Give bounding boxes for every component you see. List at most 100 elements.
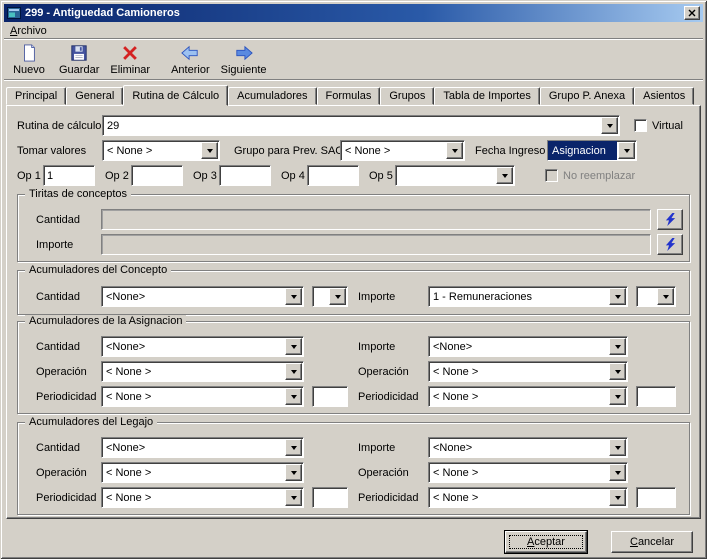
dropdown-arrow-icon[interactable] bbox=[285, 288, 302, 305]
legajo-operacion-left-combo[interactable]: < None > bbox=[101, 462, 304, 483]
op5-combo[interactable] bbox=[395, 165, 515, 186]
delete-icon bbox=[119, 43, 141, 63]
dropdown-arrow-icon[interactable] bbox=[285, 489, 302, 506]
dropdown-arrow-icon[interactable] bbox=[285, 338, 302, 355]
dropdown-arrow-icon[interactable] bbox=[496, 167, 513, 184]
op2-input[interactable] bbox=[131, 165, 183, 186]
fecha-ingreso-combo[interactable]: Asignacion bbox=[547, 140, 637, 161]
asignacion-periodicidad-right-combo[interactable]: < None > bbox=[428, 386, 628, 407]
grupo-prev-sac-value: < None > bbox=[341, 141, 445, 160]
legajo-operacion-right-combo[interactable]: < None > bbox=[428, 462, 628, 483]
tab-grupos[interactable]: Grupos bbox=[380, 87, 434, 105]
close-button[interactable] bbox=[684, 6, 700, 20]
menubar: Archivo bbox=[4, 23, 703, 38]
op5-label: Op 5 bbox=[369, 170, 395, 182]
asignacion-periodicidad-left-label: Periodicidad bbox=[36, 391, 101, 403]
anterior-label: Anterior bbox=[171, 64, 210, 76]
virtual-checkbox[interactable] bbox=[634, 119, 647, 132]
dropdown-arrow-icon[interactable] bbox=[285, 388, 302, 405]
legajo-periodicidad-left-combo[interactable]: < None > bbox=[101, 487, 304, 508]
asignacion-periodicidad-right-value: < None > bbox=[429, 387, 608, 406]
op4-input[interactable] bbox=[307, 165, 359, 186]
tab-tabla-de-importes[interactable]: Tabla de Importes bbox=[434, 87, 539, 105]
dropdown-arrow-icon[interactable] bbox=[609, 363, 626, 380]
tab-grupo-p-anexa[interactable]: Grupo P. Anexa bbox=[540, 87, 634, 105]
dropdown-arrow-icon[interactable] bbox=[609, 288, 626, 305]
guardar-button[interactable]: Guardar bbox=[55, 42, 103, 78]
tomar-valores-label: Tomar valores bbox=[17, 145, 102, 157]
op1-input[interactable] bbox=[43, 165, 95, 186]
concepto-importe-combo[interactable]: 1 - Remuneraciones bbox=[428, 286, 628, 307]
tab-rutina-de-calculo[interactable]: Rutina de Cálculo bbox=[123, 85, 228, 106]
guardar-label: Guardar bbox=[59, 64, 99, 76]
dropdown-arrow-icon[interactable] bbox=[446, 142, 463, 159]
grupo-prev-sac-combo[interactable]: < None > bbox=[340, 140, 465, 161]
asignacion-operacion-right-combo[interactable]: < None > bbox=[428, 361, 628, 382]
legajo-periodicidad-right-combo[interactable]: < None > bbox=[428, 487, 628, 508]
tab-formulas[interactable]: Formulas bbox=[317, 87, 381, 105]
legajo-periodicidad-right-input[interactable] bbox=[636, 487, 676, 508]
dropdown-arrow-icon[interactable] bbox=[609, 338, 626, 355]
tab-asientos[interactable]: Asientos bbox=[634, 87, 694, 105]
dropdown-arrow-icon[interactable] bbox=[285, 363, 302, 380]
dropdown-arrow-icon[interactable] bbox=[618, 142, 635, 159]
rutina-value: 29 bbox=[103, 116, 600, 135]
dropdown-arrow-icon[interactable] bbox=[329, 288, 346, 305]
aceptar-button[interactable]: Aceptar bbox=[505, 531, 587, 553]
tiritas-importe-flash-button[interactable] bbox=[657, 234, 683, 255]
cancelar-button[interactable]: Cancelar bbox=[611, 531, 693, 553]
dropdown-arrow-icon[interactable] bbox=[609, 388, 626, 405]
window-title: 299 - Antiguedad Camioneros bbox=[25, 7, 684, 19]
asignacion-periodicidad-right-label: Periodicidad bbox=[358, 391, 428, 403]
dropdown-arrow-icon[interactable] bbox=[285, 464, 302, 481]
asignacion-periodicidad-left-input[interactable] bbox=[312, 386, 348, 407]
dropdown-arrow-icon[interactable] bbox=[609, 439, 626, 456]
dropdown-arrow-icon[interactable] bbox=[601, 117, 618, 134]
siguiente-button[interactable]: Siguiente bbox=[217, 42, 271, 78]
rutina-combo[interactable]: 29 bbox=[102, 115, 620, 136]
no-reemplazar-label: No reemplazar bbox=[563, 170, 635, 182]
concepto-importe-label: Importe bbox=[358, 291, 428, 303]
op3-input[interactable] bbox=[219, 165, 271, 186]
group-tiritas-de-conceptos: Tiritas de conceptos Cantidad Importe bbox=[17, 194, 690, 262]
legajo-operacion-left-value: < None > bbox=[102, 463, 284, 482]
asignacion-importe-combo[interactable]: <None> bbox=[428, 336, 628, 357]
menu-archivo[interactable]: Archivo bbox=[4, 24, 53, 38]
group-title: Acumuladores del Legajo bbox=[25, 416, 157, 428]
nuevo-button[interactable]: Nuevo bbox=[6, 42, 52, 78]
tiritas-importe-field bbox=[101, 234, 651, 255]
tomar-valores-value: < None > bbox=[103, 141, 200, 160]
asignacion-periodicidad-left-value: < None > bbox=[102, 387, 284, 406]
tab-principal[interactable]: Principal bbox=[6, 87, 66, 105]
anterior-button[interactable]: Anterior bbox=[167, 42, 214, 78]
concepto-importe-value: 1 - Remuneraciones bbox=[429, 287, 608, 306]
virtual-label: Virtual bbox=[652, 120, 683, 132]
concepto-importe-extra-combo[interactable] bbox=[636, 286, 676, 307]
tomar-valores-combo[interactable]: < None > bbox=[102, 140, 220, 161]
new-document-icon bbox=[18, 43, 40, 63]
no-reemplazar-checkbox bbox=[545, 169, 558, 182]
concepto-cantidad-combo[interactable]: <None> bbox=[101, 286, 304, 307]
legajo-importe-label: Importe bbox=[358, 442, 428, 454]
dropdown-arrow-icon[interactable] bbox=[285, 439, 302, 456]
dropdown-arrow-icon[interactable] bbox=[657, 288, 674, 305]
legajo-cantidad-combo[interactable]: <None> bbox=[101, 437, 304, 458]
dropdown-arrow-icon[interactable] bbox=[201, 142, 218, 159]
tab-acumuladores[interactable]: Acumuladores bbox=[228, 87, 316, 105]
legajo-importe-combo[interactable]: <None> bbox=[428, 437, 628, 458]
dropdown-arrow-icon[interactable] bbox=[609, 489, 626, 506]
legajo-periodicidad-right-label: Periodicidad bbox=[358, 492, 428, 504]
dropdown-arrow-icon[interactable] bbox=[609, 464, 626, 481]
eliminar-button[interactable]: Eliminar bbox=[106, 42, 154, 78]
tiritas-cantidad-flash-button[interactable] bbox=[657, 209, 683, 230]
concepto-cantidad-label: Cantidad bbox=[36, 291, 101, 303]
asignacion-cantidad-combo[interactable]: <None> bbox=[101, 336, 304, 357]
asignacion-periodicidad-left-combo[interactable]: < None > bbox=[101, 386, 304, 407]
legajo-periodicidad-left-input[interactable] bbox=[312, 487, 348, 508]
asignacion-cantidad-label: Cantidad bbox=[36, 341, 101, 353]
tab-general[interactable]: General bbox=[66, 87, 123, 105]
lightning-icon bbox=[664, 213, 677, 226]
concepto-cantidad-extra-combo[interactable] bbox=[312, 286, 348, 307]
asignacion-operacion-left-combo[interactable]: < None > bbox=[101, 361, 304, 382]
asignacion-periodicidad-right-input[interactable] bbox=[636, 386, 676, 407]
